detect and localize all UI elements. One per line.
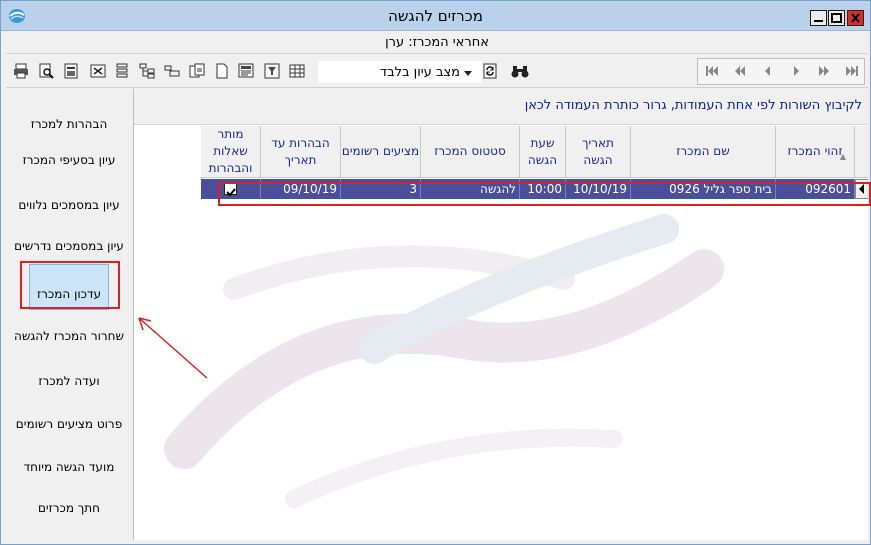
- allow-questions-checkbox[interactable]: [224, 182, 237, 197]
- new-document-icon[interactable]: [214, 63, 230, 79]
- sort-asc-icon: ▲: [839, 152, 846, 161]
- maximize-button[interactable]: [828, 10, 845, 26]
- main-grid-area: לקיבוץ השורות לפי אחת העמודות, גרור כותר…: [134, 89, 868, 540]
- tree-icon[interactable]: [139, 63, 155, 79]
- current-row-arrow-icon: [859, 184, 864, 194]
- tenders-grid: מותר שאלות והבהרות הבהרות עד תאריך מציעי…: [201, 126, 868, 204]
- column-header-id[interactable]: ▲ זהוי המכרז: [776, 126, 855, 178]
- chevron-left-icon: [765, 66, 770, 76]
- last-icon: [846, 66, 858, 76]
- sidebar-item-tender-clauses[interactable]: עיון בסעיפי המכרז: [6, 125, 132, 171]
- row-selector[interactable]: [855, 179, 868, 199]
- close-icon: [851, 13, 860, 23]
- excel-icon[interactable]: [90, 63, 106, 79]
- view-mode-value: מצב עיון בלבד: [380, 65, 460, 80]
- chevron-right-icon: [794, 66, 799, 76]
- last-record-button[interactable]: [838, 59, 866, 84]
- column-header-status[interactable]: סטטוס המכרז: [421, 126, 520, 178]
- grid-settings-icon[interactable]: [289, 63, 305, 79]
- print-icon[interactable]: [13, 63, 29, 79]
- double-chevron-left-icon: [735, 66, 745, 76]
- first-record-button[interactable]: [698, 59, 726, 84]
- sidebar-item-registered-bidders[interactable]: פרוט מציעים רשומים: [6, 389, 132, 435]
- view-mode-select[interactable]: מצב עיון בלבד: [317, 60, 483, 84]
- print-preview-icon[interactable]: [38, 63, 54, 79]
- window-title: מכרזים להגשה: [388, 7, 483, 25]
- background-watermark: [164, 214, 724, 508]
- app-window: מכרזים להגשה אחראי המכרז: ערן מצב עיון ב…: [0, 0, 871, 545]
- sidebar-item-tender-section[interactable]: חתך מכרזים: [6, 473, 132, 519]
- chevron-down-icon: [464, 71, 472, 76]
- prev-record-button[interactable]: [754, 59, 782, 84]
- close-button[interactable]: [847, 10, 864, 26]
- group-by-panel[interactable]: לקיבוץ השורות לפי אחת העמודות, גרור כותר…: [134, 89, 868, 125]
- next-page-button[interactable]: [810, 59, 838, 84]
- cell-name[interactable]: בית ספר גליל 0926: [631, 179, 776, 199]
- sidebar-item-required-docs[interactable]: עיון במסמכים נדרשים: [6, 211, 132, 257]
- group-icon[interactable]: [164, 63, 180, 79]
- group-by-hint: לקיבוץ השורות לפי אחת העמודות, גרור כותר…: [524, 98, 862, 113]
- cell-date[interactable]: 10/10/19: [566, 179, 631, 199]
- cell-clarify-until[interactable]: 09/10/19: [261, 179, 341, 199]
- cell-bidders[interactable]: 3: [341, 179, 421, 199]
- binoculars-icon[interactable]: [511, 63, 529, 79]
- prev-page-button[interactable]: [726, 59, 754, 84]
- filter-icon[interactable]: [264, 63, 280, 79]
- checkmark-icon: [226, 188, 236, 197]
- first-icon: [706, 66, 718, 76]
- cell-id[interactable]: 092601: [776, 179, 855, 199]
- export-icon[interactable]: [63, 63, 79, 79]
- column-header-name[interactable]: שם המכרז: [631, 126, 776, 178]
- column-header-date[interactable]: תאריך הגשה: [566, 126, 631, 178]
- row-header-corner: [855, 126, 868, 178]
- column-header-bidders[interactable]: מציעים רשומים: [341, 126, 421, 178]
- record-navigator: [697, 58, 865, 85]
- cell-time[interactable]: 10:00: [520, 179, 566, 199]
- next-record-button[interactable]: [782, 59, 810, 84]
- copy-icon[interactable]: [189, 63, 205, 79]
- toolbar: מצב עיון בלבד: [6, 55, 868, 88]
- report-icon[interactable]: [238, 63, 254, 79]
- double-chevron-right-icon: [819, 66, 829, 76]
- actions-sidebar: הבהרות למכרז עיון בסעיפי המכרז עיון במסמ…: [6, 89, 134, 540]
- columns-icon[interactable]: [114, 63, 130, 79]
- minimize-icon: [814, 20, 823, 22]
- sidebar-item-release-tender[interactable]: שחרור המכרז להגשה: [6, 301, 132, 347]
- refresh-icon[interactable]: [482, 63, 498, 79]
- title-bar: מכרזים להגשה: [1, 1, 870, 31]
- sidebar-item-committee[interactable]: ועדה למכרז: [6, 346, 132, 392]
- column-header-time[interactable]: שעת הגשה: [520, 126, 566, 178]
- cell-status[interactable]: להגשה: [421, 179, 520, 199]
- tender-owner-label: אחראי המכרז: ערן: [6, 32, 868, 54]
- maximize-icon: [831, 13, 842, 23]
- column-header-clarify-until[interactable]: הבהרות עד תאריך: [261, 126, 341, 178]
- sidebar-item-special-deadline[interactable]: מועד הגשה מיוחד: [6, 432, 132, 478]
- minimize-button[interactable]: [810, 10, 827, 26]
- column-header-allow-questions[interactable]: מותר שאלות והבהרות: [201, 126, 261, 178]
- sidebar-item-attached-docs[interactable]: עיון במסמכים נלווים: [6, 170, 132, 216]
